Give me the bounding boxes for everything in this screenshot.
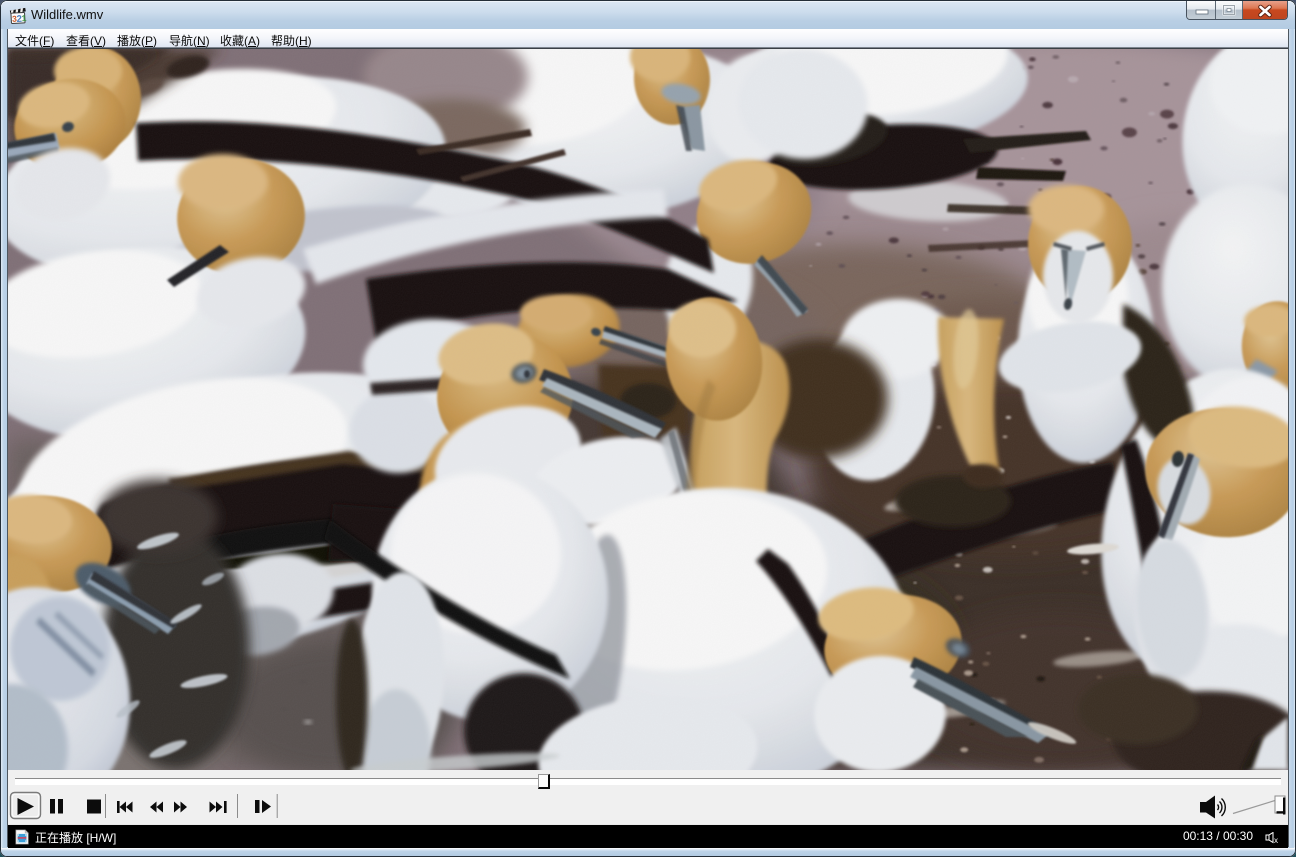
svg-text:x: x: [1274, 836, 1278, 844]
svg-text:1: 1: [21, 13, 27, 23]
